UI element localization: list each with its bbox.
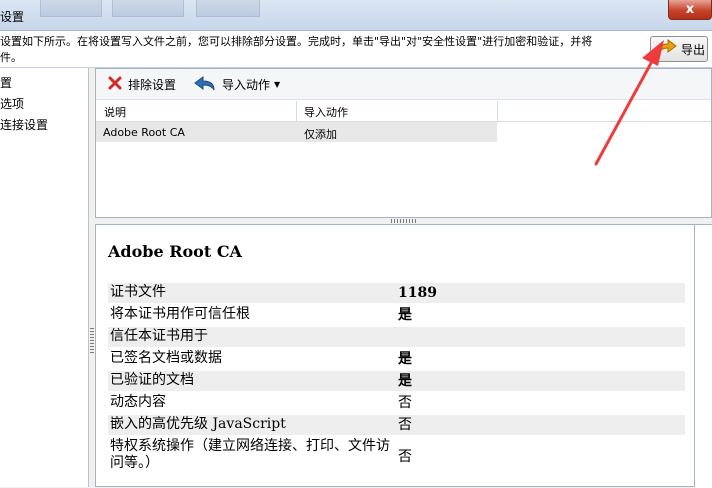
property-row: 证书文件 1189: [108, 283, 685, 303]
vertical-splitter-grip[interactable]: [90, 328, 94, 354]
property-row: 信任本证书用于: [108, 327, 685, 347]
import-action-dropdown[interactable]: 导入动作 ▼: [194, 75, 280, 93]
column-divider[interactable]: [497, 101, 498, 121]
certificate-detail-pane: Adobe Root CA 证书文件 1189 将本证书用作可信任根 是 信任本…: [95, 224, 695, 487]
grid-header: 说明 导入动作: [96, 101, 711, 122]
property-value: 是: [398, 351, 412, 367]
column-header-description[interactable]: 说明: [104, 104, 126, 120]
property-row: 特权系统操作（建立网络连接、打印、文件访问等。） 否: [108, 437, 685, 477]
property-row: 嵌入的高优先级 JavaScript 否: [108, 415, 685, 435]
property-key: 已验证的文档: [110, 372, 194, 388]
info-text: 设置如下所示。在将设置写入文件之前，您可以排除部分设置。完成时，单击"导出"对"…: [0, 35, 593, 64]
property-row: 已验证的文档 是: [108, 371, 685, 391]
remove-x-icon: [108, 76, 122, 93]
property-value: 是: [398, 307, 412, 323]
blurred-tab-2: [112, 0, 184, 17]
export-arrow-icon: [655, 38, 677, 60]
tree-item-connection-settings[interactable]: 连接设置: [0, 116, 48, 133]
export-button[interactable]: 导出: [650, 36, 708, 62]
tree-item-settings[interactable]: 置: [0, 74, 12, 91]
property-key: 已签名文档或数据: [110, 350, 222, 366]
detail-title: Adobe Root CA: [108, 242, 242, 261]
property-value: 否: [398, 395, 412, 411]
property-key: 信任本证书用于: [110, 328, 208, 344]
import-action-label: 导入动作: [222, 77, 271, 92]
property-key: 证书文件: [110, 284, 166, 300]
property-row: 动态内容 否: [108, 393, 685, 413]
blurred-tab-3: [196, 0, 260, 17]
remove-setting-button[interactable]: 排除设置: [108, 75, 176, 93]
property-key: 将本证书用作可信任根: [110, 306, 250, 322]
blurred-tab-1: [40, 0, 102, 17]
table-row[interactable]: Adobe Root CA 仅添加: [96, 122, 497, 142]
chevron-down-icon: ▼: [274, 79, 281, 89]
column-divider[interactable]: [296, 101, 297, 121]
property-key: 嵌入的高优先级 JavaScript: [110, 416, 286, 432]
title-bar: 设置 x: [0, 0, 712, 31]
settings-list-panel: 排除设置 导入动作 ▼ 说明 导入动作 Adobe Root CA 仅添加: [95, 68, 712, 218]
cell-import-action: 仅添加: [304, 128, 337, 141]
property-key: 动态内容: [110, 394, 166, 410]
property-row: 已签名文档或数据 是: [108, 349, 685, 369]
window-title: 设置: [0, 10, 25, 24]
horizontal-splitter-grip[interactable]: [391, 219, 417, 223]
list-toolbar: 排除设置 导入动作 ▼: [96, 69, 711, 100]
export-button-label: 导出: [681, 42, 706, 57]
property-value: 否: [398, 449, 412, 465]
property-key: 特权系统操作（建立网络连接、打印、文件访问等。）: [110, 438, 390, 471]
property-row: 将本证书用作可信任根 是: [108, 305, 685, 325]
close-button[interactable]: x: [668, 0, 712, 20]
tree-item-options[interactable]: 选项: [0, 95, 24, 112]
property-value: 1189: [398, 285, 437, 301]
property-value: 是: [398, 373, 412, 389]
scrollbar-track[interactable]: [695, 224, 712, 488]
property-value: 否: [398, 417, 412, 433]
column-header-import-action[interactable]: 导入动作: [304, 104, 348, 120]
settings-tree: 置 选项 连接设置: [0, 68, 89, 487]
remove-setting-label: 排除设置: [128, 77, 177, 92]
undo-arrow-icon: [194, 75, 216, 94]
cell-description: Adobe Root CA: [103, 126, 185, 139]
info-bar: 设置如下所示。在将设置写入文件之前，您可以排除部分设置。完成时，单击"导出"对"…: [0, 31, 712, 68]
